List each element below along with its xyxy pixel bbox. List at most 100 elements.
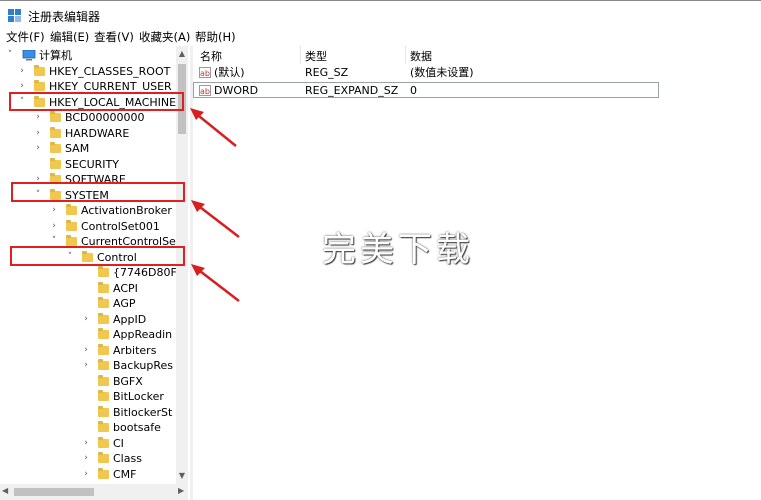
tree-item-arbiters[interactable]: › Arbiters	[0, 343, 176, 358]
tree-root-computer[interactable]: ˅ 计算机	[0, 48, 176, 63]
column-header-type[interactable]: 类型	[305, 48, 327, 64]
chevron-down-icon[interactable]: ˅	[6, 48, 14, 63]
tree-label: CI	[113, 436, 124, 450]
scroll-left-icon[interactable]: ◀	[2, 486, 8, 495]
menu-edit[interactable]: 编辑(E)	[50, 29, 89, 45]
arrow-icon	[191, 200, 240, 238]
tree-item-controlset001[interactable]: › ControlSet001	[0, 219, 176, 234]
tree-connector	[82, 405, 90, 420]
chevron-right-icon[interactable]: ›	[82, 358, 90, 373]
folder-icon	[66, 219, 77, 231]
tree-item-hkey-classes-root[interactable]: › HKEY_CLASSES_ROOT	[0, 64, 176, 79]
tree-item-bitlockerstatus[interactable]: BitlockerSt	[0, 405, 176, 420]
chevron-right-icon[interactable]: ›	[82, 312, 90, 327]
menu-favorites[interactable]: 收藏夹(A)	[139, 29, 190, 45]
computer-icon	[22, 50, 36, 61]
tree-item-7746d80f[interactable]: {7746D80F	[0, 265, 176, 280]
highlight-box-hklm	[9, 92, 184, 111]
tree-item-bitlocker[interactable]: BitLocker	[0, 389, 176, 404]
value-row-dword[interactable]: ab DWORD REG_EXPAND_SZ 0	[193, 82, 659, 98]
tree-label: BitlockerSt	[113, 405, 173, 419]
folder-icon	[34, 64, 45, 76]
tree-item-agp[interactable]: AGP	[0, 296, 176, 311]
chevron-right-icon[interactable]: ›	[18, 64, 26, 79]
tree-label: AppReadin	[113, 328, 173, 341]
tree-item-ci[interactable]: › CI	[0, 436, 176, 451]
value-row-default[interactable]: ab (默认) REG_SZ (数值未设置)	[193, 65, 761, 81]
menu-help[interactable]: 帮助(H)	[195, 29, 236, 45]
string-value-icon: ab	[199, 67, 211, 78]
chevron-right-icon[interactable]: ›	[34, 126, 42, 141]
tree-item-acpi[interactable]: ACPI	[0, 281, 176, 296]
chevron-right-icon[interactable]: ›	[82, 436, 90, 451]
title-bar: 注册表编辑器	[0, 0, 761, 28]
column-header-name[interactable]: 名称	[200, 48, 222, 64]
tree-item-bgfx[interactable]: BGFX	[0, 374, 176, 389]
tree-label: CMF	[113, 467, 137, 481]
value-data: 0	[410, 84, 417, 97]
chevron-right-icon[interactable]: ›	[50, 203, 58, 218]
tree-connector	[82, 281, 90, 296]
chevron-right-icon[interactable]: ›	[82, 451, 90, 466]
tree-label: bootsafe	[113, 421, 161, 434]
folder-icon	[50, 142, 61, 153]
scroll-up-icon[interactable]: ▲	[176, 48, 188, 60]
folder-icon	[66, 204, 77, 215]
value-name: (默认)	[214, 66, 245, 79]
menu-file[interactable]: 文件(F)	[6, 29, 45, 45]
value-name: DWORD	[214, 84, 259, 97]
window-title: 注册表编辑器	[28, 10, 101, 24]
tree-connector	[82, 389, 90, 404]
column-header-data[interactable]: 数据	[410, 48, 432, 64]
folder-icon	[50, 111, 61, 122]
chevron-right-icon[interactable]: ›	[82, 467, 90, 482]
tree-item-sam[interactable]: › SAM	[0, 141, 176, 156]
column-divider[interactable]	[405, 46, 406, 64]
tree-label: HKEY_CLASSES_ROOT	[49, 64, 171, 78]
tree-connector	[82, 420, 90, 435]
tree-connector	[82, 265, 90, 280]
folder-icon	[98, 359, 109, 370]
tree-item-class[interactable]: › Class	[0, 451, 176, 466]
folder-icon	[66, 235, 77, 246]
tree-label: Arbiters	[113, 343, 157, 357]
scroll-right-icon[interactable]: ▶	[178, 486, 184, 495]
folder-icon	[98, 452, 109, 463]
folder-icon	[34, 80, 45, 91]
menu-bar: 文件(F) 编辑(E) 查看(V) 收藏夹(A) 帮助(H)	[0, 28, 761, 46]
highlight-box-system	[11, 182, 185, 202]
tree-connector	[82, 327, 90, 342]
chevron-right-icon[interactable]: ›	[50, 219, 58, 234]
folder-icon	[98, 390, 109, 401]
tree-item-cmf[interactable]: › CMF	[0, 467, 176, 482]
tree-item-backuprestore[interactable]: › BackupRes	[0, 358, 176, 373]
tree-label: {7746D80F	[113, 266, 176, 279]
chevron-right-icon[interactable]: ›	[82, 343, 90, 358]
tree-item-security[interactable]: SECURITY	[0, 157, 176, 172]
folder-icon	[50, 126, 61, 138]
tree-label: BGFX	[113, 374, 143, 388]
tree-horizontal-scrollbar[interactable]: ◀ ▶	[0, 484, 188, 500]
folder-icon	[98, 374, 109, 386]
tree-item-activationbroker[interactable]: › ActivationBroker	[0, 203, 176, 218]
folder-icon	[98, 312, 109, 324]
arrow-icon	[190, 108, 237, 147]
folder-icon	[98, 266, 109, 277]
values-list[interactable]: 名称 类型 数据 ab (默认) REG_SZ (数值未设置) ab DWORD…	[193, 46, 761, 500]
tree-item-bcd00000000[interactable]: › BCD00000000	[0, 110, 176, 125]
tree-item-appid[interactable]: › AppID	[0, 312, 176, 327]
folder-icon	[98, 328, 109, 339]
tree-item-bootsafe[interactable]: bootsafe	[0, 420, 176, 435]
tree-label: ACPI	[113, 281, 138, 295]
tree-item-appreadiness[interactable]: AppReadin	[0, 327, 176, 342]
tree-label: HARDWARE	[65, 126, 130, 140]
chevron-right-icon[interactable]: ›	[34, 110, 42, 125]
tree-label: BitLocker	[113, 390, 164, 403]
column-divider[interactable]	[300, 46, 301, 64]
chevron-right-icon[interactable]: ›	[34, 141, 42, 156]
scroll-thumb-horizontal[interactable]	[14, 488, 94, 496]
tree-item-hardware[interactable]: › HARDWARE	[0, 126, 176, 141]
menu-view[interactable]: 查看(V)	[94, 29, 134, 45]
tree-label: SAM	[65, 142, 90, 155]
scroll-down-icon[interactable]: ▼	[176, 470, 188, 482]
